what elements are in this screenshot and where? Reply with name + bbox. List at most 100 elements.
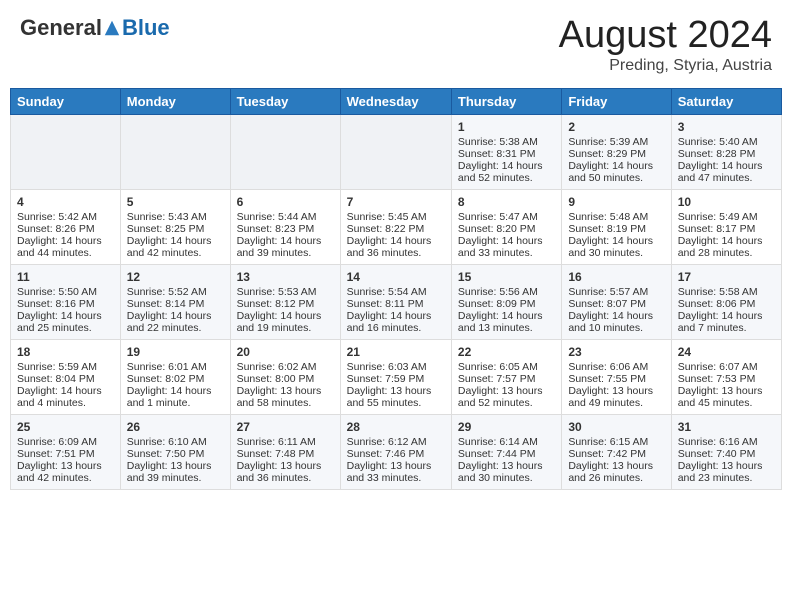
day-number: 8 [458, 195, 555, 209]
day-info-line: Sunset: 7:46 PM [347, 448, 445, 460]
col-header-saturday: Saturday [671, 88, 781, 114]
day-info-line: and 49 minutes. [568, 397, 664, 409]
day-cell-15: 15Sunrise: 5:56 AMSunset: 8:09 PMDayligh… [451, 264, 561, 339]
day-cell-4: 4Sunrise: 5:42 AMSunset: 8:26 PMDaylight… [11, 189, 121, 264]
day-cell-27: 27Sunrise: 6:11 AMSunset: 7:48 PMDayligh… [230, 414, 340, 489]
day-cell-21: 21Sunrise: 6:03 AMSunset: 7:59 PMDayligh… [340, 339, 451, 414]
day-info-line: and 13 minutes. [458, 322, 555, 334]
day-info-line: Daylight: 13 hours [347, 460, 445, 472]
day-cell-7: 7Sunrise: 5:45 AMSunset: 8:22 PMDaylight… [340, 189, 451, 264]
day-number: 14 [347, 270, 445, 284]
day-cell-empty-1 [120, 114, 230, 189]
day-info-line: Sunrise: 5:50 AM [17, 286, 114, 298]
day-info-line: Sunset: 8:31 PM [458, 148, 555, 160]
day-info-line: Daylight: 13 hours [127, 460, 224, 472]
day-info-line: and 28 minutes. [678, 247, 775, 259]
day-cell-14: 14Sunrise: 5:54 AMSunset: 8:11 PMDayligh… [340, 264, 451, 339]
day-info-line: Sunrise: 5:44 AM [237, 211, 334, 223]
day-info-line: and 16 minutes. [347, 322, 445, 334]
day-number: 3 [678, 120, 775, 134]
day-info-line: Sunset: 7:48 PM [237, 448, 334, 460]
week-row-2: 4Sunrise: 5:42 AMSunset: 8:26 PMDaylight… [11, 189, 782, 264]
day-info-line: Daylight: 14 hours [678, 160, 775, 172]
day-number: 9 [568, 195, 664, 209]
day-info-line: Daylight: 14 hours [568, 235, 664, 247]
day-info-line: Daylight: 14 hours [458, 235, 555, 247]
day-cell-6: 6Sunrise: 5:44 AMSunset: 8:23 PMDaylight… [230, 189, 340, 264]
day-info-line: Daylight: 14 hours [17, 235, 114, 247]
day-info-line: Daylight: 14 hours [127, 385, 224, 397]
day-cell-3: 3 Sunrise: 5:40 AMSunset: 8:28 PMDaylight… [671, 114, 781, 189]
day-cell-2: 2Sunrise: 5:39 AMSunset: 8:29 PMDaylight… [562, 114, 671, 189]
day-info-line: Daylight: 13 hours [347, 385, 445, 397]
col-header-wednesday: Wednesday [340, 88, 451, 114]
col-header-tuesday: Tuesday [230, 88, 340, 114]
day-info-line: and 50 minutes. [568, 172, 664, 184]
col-header-friday: Friday [562, 88, 671, 114]
day-info-line: Sunrise: 6:10 AM [127, 436, 224, 448]
day-info-line: and 30 minutes. [458, 472, 555, 484]
day-number: 27 [237, 420, 334, 434]
day-info-line: Daylight: 13 hours [458, 385, 555, 397]
day-number: 5 [127, 195, 224, 209]
day-info-line: Sunset: 8:02 PM [127, 373, 224, 385]
day-info-line: Sunset: 7:42 PM [568, 448, 664, 460]
location-subtitle: Preding, Styria, Austria [559, 57, 772, 75]
day-info-line: Sunrise: 5:47 AM [458, 211, 555, 223]
day-info-line: and 7 minutes. [678, 322, 775, 334]
day-info-line: Sunrise: 6:09 AM [17, 436, 114, 448]
day-number: 20 [237, 345, 334, 359]
day-number: 28 [347, 420, 445, 434]
page-header: General Blue August 2024 Preding, Styria… [10, 10, 782, 80]
day-cell-empty-2 [230, 114, 340, 189]
day-number: 30 [568, 420, 664, 434]
week-row-4: 18Sunrise: 5:59 AMSunset: 8:04 PMDayligh… [11, 339, 782, 414]
day-info-line: Daylight: 14 hours [347, 235, 445, 247]
day-cell-28: 28Sunrise: 6:12 AMSunset: 7:46 PMDayligh… [340, 414, 451, 489]
day-cell-29: 29Sunrise: 6:14 AMSunset: 7:44 PMDayligh… [451, 414, 561, 489]
day-info-line: and 26 minutes. [568, 472, 664, 484]
day-info-line: Sunrise: 6:01 AM [127, 361, 224, 373]
day-info-line: Daylight: 14 hours [237, 235, 334, 247]
day-info-line: Sunrise: 5:52 AM [127, 286, 224, 298]
day-info-line: Sunset: 7:55 PM [568, 373, 664, 385]
day-cell-23: 23Sunrise: 6:06 AMSunset: 7:55 PMDayligh… [562, 339, 671, 414]
day-info-line: Daylight: 13 hours [568, 460, 664, 472]
title-block: August 2024 Preding, Styria, Austria [559, 15, 772, 75]
day-info-line: Daylight: 14 hours [458, 310, 555, 322]
day-info-line: and 19 minutes. [237, 322, 334, 334]
day-info-line: Sunset: 8:28 PM [678, 148, 775, 160]
logo-blue-text: Blue [122, 15, 170, 41]
day-cell-18: 18Sunrise: 5:59 AMSunset: 8:04 PMDayligh… [11, 339, 121, 414]
day-info-line: Sunrise: 5:42 AM [17, 211, 114, 223]
week-row-1: 1Sunrise: 5:38 AMSunset: 8:31 PMDaylight… [11, 114, 782, 189]
day-cell-30: 30Sunrise: 6:15 AMSunset: 7:42 PMDayligh… [562, 414, 671, 489]
day-info-line: Sunrise: 5:48 AM [568, 211, 664, 223]
day-info-line: and 45 minutes. [678, 397, 775, 409]
day-cell-8: 8Sunrise: 5:47 AMSunset: 8:20 PMDaylight… [451, 189, 561, 264]
day-info-line: and 47 minutes. [678, 172, 775, 184]
day-info-line: Sunrise: 5:40 AM [678, 136, 775, 148]
calendar-header-row: SundayMondayTuesdayWednesdayThursdayFrid… [11, 88, 782, 114]
day-info-line: Daylight: 13 hours [237, 385, 334, 397]
day-info-line: Daylight: 14 hours [17, 310, 114, 322]
day-number: 7 [347, 195, 445, 209]
day-number: 21 [347, 345, 445, 359]
day-number: 13 [237, 270, 334, 284]
day-number: 22 [458, 345, 555, 359]
day-info-line: Daylight: 14 hours [17, 385, 114, 397]
day-info-line: and 36 minutes. [347, 247, 445, 259]
day-info-line: and 33 minutes. [458, 247, 555, 259]
col-header-monday: Monday [120, 88, 230, 114]
day-info-line: Sunrise: 6:11 AM [237, 436, 334, 448]
day-info-line: Sunrise: 6:14 AM [458, 436, 555, 448]
logo-general-text: General [20, 15, 102, 41]
day-info-line: and 44 minutes. [17, 247, 114, 259]
day-cell-5: 5Sunrise: 5:43 AMSunset: 8:25 PMDaylight… [120, 189, 230, 264]
day-info-line: and 1 minute. [127, 397, 224, 409]
day-info-line: Sunset: 7:51 PM [17, 448, 114, 460]
day-cell-13: 13Sunrise: 5:53 AMSunset: 8:12 PMDayligh… [230, 264, 340, 339]
day-info-line: and 23 minutes. [678, 472, 775, 484]
day-info-line: Sunrise: 5:54 AM [347, 286, 445, 298]
day-number: 26 [127, 420, 224, 434]
